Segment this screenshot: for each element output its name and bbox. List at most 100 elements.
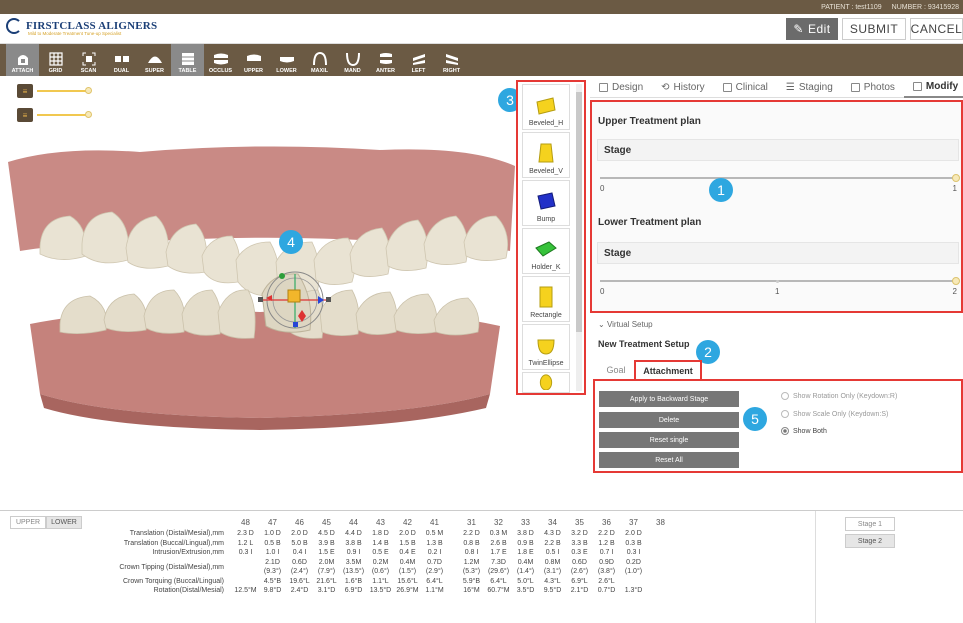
panel-tabs: Design ⟲ History Clinical ☰ Staging Photos…: [590, 76, 963, 98]
callout-1: 1: [709, 178, 733, 202]
tab-design[interactable]: Design: [590, 76, 652, 98]
tool-occlus[interactable]: OCCLUS: [204, 44, 237, 76]
tab-modify[interactable]: Modify: [903, 76, 963, 98]
tool-lower[interactable]: LOWER: [270, 44, 303, 76]
brand-logo: FIRSTCLASS ALIGNERS Mild to Moderate Tre…: [6, 18, 157, 36]
jaw-tab-upper[interactable]: UPPER: [10, 515, 46, 529]
radio-show-both[interactable]: Show Both: [781, 427, 827, 435]
tool-mand[interactable]: MAND: [336, 44, 369, 76]
app-header: FIRSTCLASS ALIGNERS Mild to Moderate Tre…: [0, 14, 963, 44]
stage-selector: Stage 1 Stage 2: [845, 517, 895, 551]
holder-k-icon: [535, 241, 557, 257]
upper-opacity-track[interactable]: [37, 87, 92, 94]
tool-left[interactable]: LEFT: [402, 44, 435, 76]
apply-backward-stage-button[interactable]: Apply to Backward Stage: [599, 391, 739, 407]
panel-divider: [815, 511, 816, 623]
dental-model-render[interactable]: [0, 76, 515, 510]
edit-label: Edit: [807, 22, 831, 36]
logo-icon: [6, 18, 22, 34]
radio-button-checked[interactable]: [781, 427, 789, 435]
table-row: Crown Torquing (Buccal/Lingual) 4.5°B 19.…: [122, 577, 615, 585]
upper-jaw-icon: [246, 54, 261, 61]
radio-button[interactable]: [781, 410, 789, 418]
lower-opacity-track[interactable]: [37, 111, 92, 118]
bump-icon: [537, 192, 556, 210]
lower-jaw-icon: [279, 57, 294, 63]
attachment-holder-k[interactable]: Holder_K: [522, 228, 570, 274]
cancel-button[interactable]: CANCEL: [910, 18, 963, 40]
upper-stage-label: Stage: [597, 139, 959, 161]
tool-anter[interactable]: ANTER: [369, 44, 402, 76]
palette-scroll-thumb[interactable]: [576, 92, 582, 332]
tab-photos[interactable]: Photos: [842, 76, 904, 98]
lower-layer-icon: ≡: [17, 108, 33, 122]
grid-icon: [48, 52, 63, 66]
subtab-attachment[interactable]: Attachment: [634, 360, 702, 380]
tool-upper[interactable]: UPPER: [237, 44, 270, 76]
radio-rotation-only[interactable]: Show Rotation Only (Keydown:R): [781, 392, 897, 400]
attachment-bump[interactable]: Bump: [522, 180, 570, 226]
treatment-plan-box: Upper Treatment plan Stage 0 1 1 Lower T…: [590, 100, 963, 313]
super-icon: [147, 56, 162, 63]
delete-button[interactable]: Delete: [599, 412, 739, 428]
upper-stage-slider[interactable]: [600, 174, 960, 182]
lower-stage-handle[interactable]: [952, 277, 960, 285]
opacity-slider-lower[interactable]: ≡: [17, 108, 92, 122]
tab-history[interactable]: ⟲ History: [652, 76, 714, 98]
lower-stage-label: Stage: [597, 242, 959, 264]
tool-scan[interactable]: SCAN: [72, 44, 105, 76]
design-icon: [599, 82, 608, 92]
radio-button[interactable]: [781, 392, 789, 400]
new-setup-title: New Treatment Setup: [598, 339, 690, 349]
radio-scale-only[interactable]: Show Scale Only (Keydown:S): [781, 410, 888, 418]
table-row: Crown Tipping (Distal/Mesial),mm 2.1D 0.6…: [119, 558, 641, 571]
rectangle-icon: [539, 286, 553, 308]
view-toolbar: ATTACH GRID SCAN DUAL SUPER TABLE OCCLUS…: [0, 44, 963, 76]
twin-ellipse-icon: [537, 339, 555, 355]
ellipse-icon: [539, 374, 553, 390]
reset-single-button[interactable]: Reset single: [599, 432, 739, 448]
attachment-twin-ellipse[interactable]: TwinEllipse: [522, 324, 570, 370]
stage-1-button[interactable]: Stage 1: [845, 517, 895, 531]
reset-all-button[interactable]: Reset All: [599, 452, 739, 468]
subtab-goal[interactable]: Goal: [598, 360, 634, 380]
edit-button[interactable]: ✎ Edit: [786, 18, 838, 40]
callout-4: 4: [279, 230, 303, 254]
upper-stage-max: 1: [952, 184, 957, 193]
slider-handle[interactable]: [85, 111, 92, 118]
lower-stage-tick: [776, 279, 779, 283]
mandibular-icon: [345, 52, 360, 66]
tab-staging[interactable]: ☰ Staging: [777, 76, 842, 98]
submit-button[interactable]: SUBMIT: [842, 18, 906, 40]
lower-stage-slider[interactable]: [600, 277, 960, 285]
clinical-icon: [722, 82, 732, 92]
tool-super[interactable]: SUPER: [138, 44, 171, 76]
3d-viewport[interactable]: ≡ ≡: [0, 76, 515, 510]
tool-maxil[interactable]: MAXIL: [303, 44, 336, 76]
opacity-slider-upper[interactable]: ≡: [17, 84, 92, 98]
stage-2-button[interactable]: Stage 2: [845, 534, 895, 548]
tab-clinical[interactable]: Clinical: [714, 76, 777, 98]
staging-icon: ☰: [785, 81, 795, 93]
attachment-beveled-h[interactable]: Beveled_H: [522, 84, 570, 130]
jaw-tab-lower[interactable]: LOWER: [46, 515, 82, 529]
tool-attach[interactable]: ATTACH: [6, 44, 39, 76]
attachment-rectangle[interactable]: Rectangle: [522, 276, 570, 322]
attachment-palette: Beveled_H Beveled_V Bump Holder_K Rectan…: [516, 80, 586, 395]
table-icon: [181, 53, 194, 65]
tool-dual[interactable]: DUAL: [105, 44, 138, 76]
tool-grid[interactable]: GRID: [39, 44, 72, 76]
tool-right[interactable]: RIGHT: [435, 44, 468, 76]
attachment-beveled-v[interactable]: Beveled_V: [522, 132, 570, 178]
attachment-ellipse[interactable]: [522, 372, 570, 393]
beveled-h-icon: [536, 97, 556, 115]
callout-5: 5: [743, 407, 767, 431]
patient-info-bar: PATIENT : test1109 NUMBER : 93415928: [0, 0, 963, 14]
upper-stage-min: 0: [600, 184, 605, 193]
attach-icon: [17, 55, 28, 65]
tool-table[interactable]: TABLE: [171, 44, 204, 76]
virtual-setup-toggle[interactable]: ⌄ Virtual Setup: [598, 320, 653, 329]
jaw-tabs: UPPER LOWER: [10, 515, 224, 529]
upper-stage-handle[interactable]: [952, 174, 960, 182]
slider-handle[interactable]: [85, 87, 92, 94]
